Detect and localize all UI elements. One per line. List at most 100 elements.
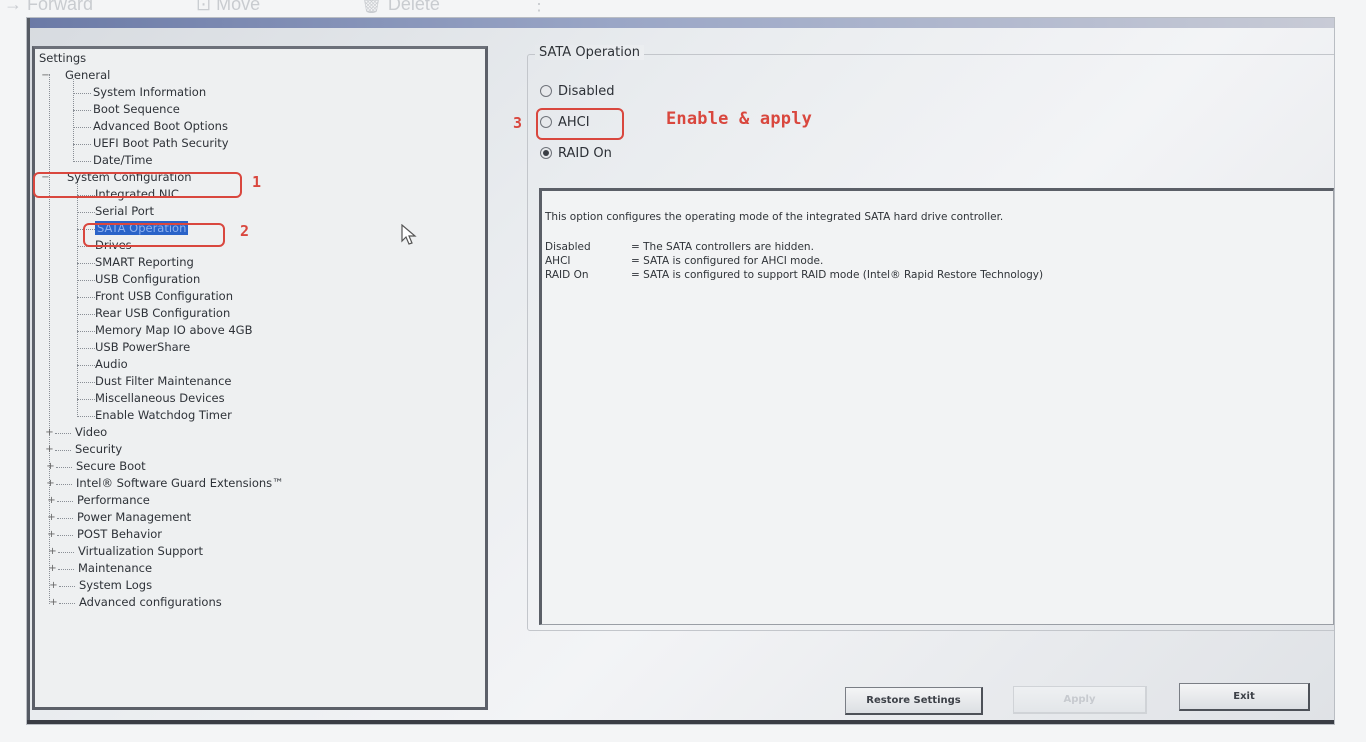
tree-item-label: Maintenance xyxy=(78,561,153,575)
tree-node-system-logs[interactable]: System Logs xyxy=(79,578,152,593)
description-text: = The SATA controllers are hidden. xyxy=(631,241,814,253)
description-row: AHCI = SATA is configured for AHCI mode. xyxy=(545,255,823,267)
exit-button[interactable]: Exit xyxy=(1179,683,1310,711)
expand-icon[interactable]: + xyxy=(49,581,58,591)
expand-icon[interactable]: + xyxy=(48,547,57,557)
tree-connector xyxy=(77,348,95,349)
tree-connector xyxy=(56,467,72,468)
expand-icon[interactable]: + xyxy=(46,479,55,489)
description-term: RAID On xyxy=(545,269,589,281)
tree-item-label: SMART Reporting xyxy=(95,255,194,269)
tree-item-label: System Information xyxy=(93,85,207,99)
tree-node-performance[interactable]: Performance xyxy=(77,493,150,508)
bios-screen: Settings − General System Information Boot S… xyxy=(27,18,1334,724)
tree-item-label: Settings xyxy=(39,51,87,65)
tree-item-label: Front USB Configuration xyxy=(95,289,233,303)
tree-node-secure-boot[interactable]: Secure Boot xyxy=(76,459,146,474)
tree-connector xyxy=(77,416,95,417)
tree-connector xyxy=(56,484,72,485)
expand-icon[interactable]: + xyxy=(48,564,57,574)
expand-icon[interactable]: + xyxy=(45,428,54,438)
tree-item-serial-port[interactable]: Serial Port xyxy=(95,204,154,219)
tree-node-video[interactable]: Video xyxy=(75,425,107,440)
tree-connector xyxy=(73,161,91,162)
more-icon: ⋮ xyxy=(530,0,548,14)
tree-item-front-usb-configuration[interactable]: Front USB Configuration xyxy=(95,289,233,304)
tree-node-maintenance[interactable]: Maintenance xyxy=(78,561,152,576)
radio-button-icon[interactable] xyxy=(540,85,552,97)
tree-item-label: Performance xyxy=(77,493,150,507)
tree-connector xyxy=(77,382,95,383)
annotation-number-3: 3 xyxy=(513,114,523,132)
expand-icon[interactable]: + xyxy=(45,445,54,455)
tree-item-label: Secure Boot xyxy=(76,459,146,473)
group-title: SATA Operation xyxy=(535,45,645,60)
annotation-number-1: 1 xyxy=(252,173,262,191)
tree-item-label: Virtualization Support xyxy=(78,544,204,558)
tree-item-label: UEFI Boot Path Security xyxy=(93,136,229,150)
tree-item-rear-usb-configuration[interactable]: Rear USB Configuration xyxy=(95,306,230,321)
tree-connector xyxy=(73,93,91,94)
tree-item-uefi-boot-path-security[interactable]: UEFI Boot Path Security xyxy=(93,136,229,151)
tree-item-label: Enable Watchdog Timer xyxy=(95,408,232,422)
tree-item-label: Rear USB Configuration xyxy=(95,306,231,320)
annotation-box-3 xyxy=(536,108,624,140)
tree-item-label: USB PowerShare xyxy=(95,340,191,354)
radio-label: RAID On xyxy=(558,146,612,161)
move-label: ⊡ Move xyxy=(196,0,261,14)
tree-item-label: Security xyxy=(75,442,123,456)
tree-node-security[interactable]: Security xyxy=(75,442,122,457)
tree-node-general[interactable]: General xyxy=(65,68,110,83)
tree-item-label: System Logs xyxy=(79,578,153,592)
tree-item-label: Video xyxy=(75,425,108,439)
tree-item-dust-filter-maintenance[interactable]: Dust Filter Maintenance xyxy=(95,374,232,389)
tree-connector xyxy=(77,331,95,332)
expand-icon[interactable]: + xyxy=(47,513,56,523)
tree-connector xyxy=(58,552,74,553)
tree-item-miscellaneous-devices[interactable]: Miscellaneous Devices xyxy=(95,391,225,406)
tree-node-virtualization-support[interactable]: Virtualization Support xyxy=(78,544,203,559)
expand-icon[interactable]: + xyxy=(49,598,58,608)
expand-icon[interactable]: + xyxy=(46,462,55,472)
annotation-box-2 xyxy=(83,223,225,247)
expand-icon[interactable]: + xyxy=(47,530,56,540)
tree-node-intel-software-guard-extensions[interactable]: Intel® Software Guard Extensions™ xyxy=(76,476,284,491)
tree-item-label: Miscellaneous Devices xyxy=(95,391,225,405)
restore-settings-button[interactable]: Restore Settings xyxy=(845,687,983,715)
tree-item-usb-powershare[interactable]: USB PowerShare xyxy=(95,340,190,355)
tree-connector xyxy=(77,181,78,417)
tree-connector xyxy=(77,212,95,213)
tree-item-system-information[interactable]: System Information xyxy=(93,85,206,100)
description-text: = SATA is configured to support RAID mod… xyxy=(631,269,1044,281)
tree-item-label: Intel® Software Guard Extensions™ xyxy=(76,476,284,490)
radio-disabled[interactable]: Disabled xyxy=(540,84,614,99)
tree-item-date-time[interactable]: Date/Time xyxy=(93,153,153,168)
tree-item-smart-reporting[interactable]: SMART Reporting xyxy=(95,255,194,270)
tree-connector xyxy=(77,280,95,281)
tree-connector xyxy=(55,450,71,451)
tree-item-boot-sequence[interactable]: Boot Sequence xyxy=(93,102,180,117)
tree-node-power-management[interactable]: Power Management xyxy=(77,510,191,525)
apply-button[interactable]: Apply xyxy=(1013,686,1147,714)
tree-connector xyxy=(73,144,91,145)
tree-item-memory-map-io-above-4gb[interactable]: Memory Map IO above 4GB xyxy=(95,323,253,338)
tree-node-advanced-configurations[interactable]: Advanced configurations xyxy=(79,595,222,610)
tree-item-label: Advanced Boot Options xyxy=(93,119,228,133)
tree-item-advanced-boot-options[interactable]: Advanced Boot Options xyxy=(93,119,228,134)
tree-item-enable-watchdog-timer[interactable]: Enable Watchdog Timer xyxy=(95,408,232,423)
mouse-pointer-icon xyxy=(401,224,417,245)
tree-connector xyxy=(73,127,91,128)
tree-item-audio[interactable]: Audio xyxy=(95,357,128,372)
tree-item-usb-configuration[interactable]: USB Configuration xyxy=(95,272,200,287)
tree-node-post-behavior[interactable]: POST Behavior xyxy=(77,527,162,542)
radio-raid-on[interactable]: RAID On xyxy=(540,146,612,161)
collapse-icon[interactable]: − xyxy=(41,71,50,81)
tree-item-label: Dust Filter Maintenance xyxy=(95,374,232,388)
tree-connector xyxy=(59,586,75,587)
tree-connector xyxy=(59,603,75,604)
tree-root[interactable]: Settings xyxy=(39,51,86,66)
radio-button-icon[interactable] xyxy=(540,147,552,159)
screen-left-edge xyxy=(27,18,30,724)
tree-connector xyxy=(73,110,91,111)
expand-icon[interactable]: + xyxy=(47,496,56,506)
